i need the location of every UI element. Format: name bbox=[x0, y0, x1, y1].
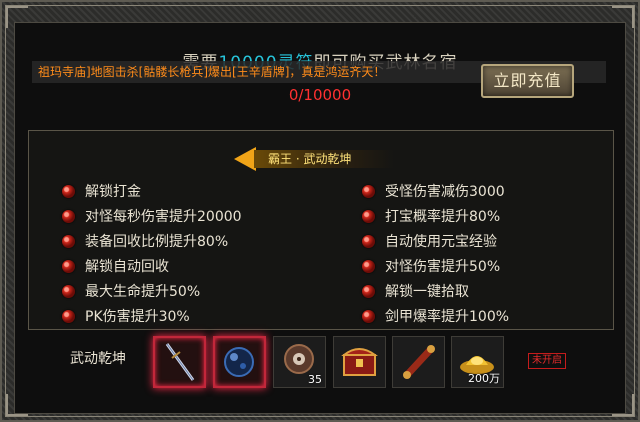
perk-label: PK伤害提升30% bbox=[85, 309, 190, 325]
perk-item: 解锁自动回收 bbox=[62, 256, 169, 276]
perk-label: 对怪每秒伤害提升20000 bbox=[85, 209, 242, 225]
item-count: 35 bbox=[308, 373, 322, 386]
reward-slot-orb[interactable] bbox=[213, 336, 266, 388]
perk-label: 解锁自动回收 bbox=[85, 259, 169, 275]
reward-slot-chest[interactable] bbox=[333, 336, 386, 388]
sword-icon bbox=[165, 343, 195, 381]
red-bullet-icon bbox=[362, 209, 375, 223]
reward-slot-scroll[interactable] bbox=[392, 336, 445, 388]
perk-item: 对怪每秒伤害提升20000 bbox=[62, 206, 242, 226]
perk-label: 打宝概率提升80% bbox=[385, 209, 501, 225]
item-count: 200万 bbox=[468, 372, 500, 385]
orb-icon bbox=[224, 347, 254, 377]
perk-item: 对怪伤害提升50% bbox=[362, 256, 500, 276]
red-bullet-icon bbox=[62, 209, 75, 223]
perk-item: PK伤害提升30% bbox=[62, 306, 190, 326]
perk-label: 对怪伤害提升50% bbox=[385, 259, 501, 275]
red-bullet-icon bbox=[362, 184, 375, 198]
red-bullet-icon bbox=[62, 284, 75, 298]
perk-label: 剑甲爆率提升100% bbox=[385, 309, 510, 325]
red-bullet-icon bbox=[362, 284, 375, 298]
red-bullet-icon bbox=[62, 234, 75, 248]
chest-icon bbox=[341, 348, 379, 376]
perk-label: 解锁打金 bbox=[85, 184, 141, 200]
red-bullet-icon bbox=[362, 309, 375, 323]
perk-label: 自动使用元宝经验 bbox=[385, 234, 497, 250]
reward-slot-disc[interactable]: 35 bbox=[273, 336, 326, 388]
tier-badge: 霸王 · 武动乾坤 bbox=[234, 143, 394, 175]
reward-set-label: 武动乾坤 bbox=[70, 351, 126, 367]
red-bullet-icon bbox=[362, 259, 375, 273]
status-badge: 未开启 bbox=[528, 353, 566, 369]
perk-item: 受怪伤害减伤3000 bbox=[362, 181, 505, 201]
tier-badge-label: 霸王 · 武动乾坤 bbox=[254, 150, 394, 168]
recharge-button[interactable]: 立即充值 bbox=[481, 64, 574, 98]
perk-label: 装备回收比例提升80% bbox=[85, 234, 229, 250]
red-bullet-icon bbox=[62, 309, 75, 323]
perk-item: 自动使用元宝经验 bbox=[362, 231, 497, 251]
perk-label: 最大生命提升50% bbox=[85, 284, 201, 300]
arrow-left-icon bbox=[234, 147, 256, 171]
reward-slot-gold[interactable]: 200万 bbox=[451, 336, 504, 388]
perk-item: 打宝概率提升80% bbox=[362, 206, 500, 226]
perk-item: 剑甲爆率提升100% bbox=[362, 306, 509, 326]
red-bullet-icon bbox=[362, 234, 375, 248]
perk-item: 最大生命提升50% bbox=[62, 281, 200, 301]
perk-item: 解锁打金 bbox=[62, 181, 141, 201]
red-bullet-icon bbox=[62, 184, 75, 198]
perk-label: 解锁一键拾取 bbox=[385, 284, 469, 300]
reward-slot-sword[interactable] bbox=[153, 336, 206, 388]
red-bullet-icon bbox=[62, 259, 75, 273]
scroll-icon bbox=[403, 345, 435, 379]
perk-item: 解锁一键拾取 bbox=[362, 281, 469, 301]
perk-item: 装备回收比例提升80% bbox=[62, 231, 228, 251]
perk-label: 受怪伤害减伤3000 bbox=[385, 184, 505, 200]
